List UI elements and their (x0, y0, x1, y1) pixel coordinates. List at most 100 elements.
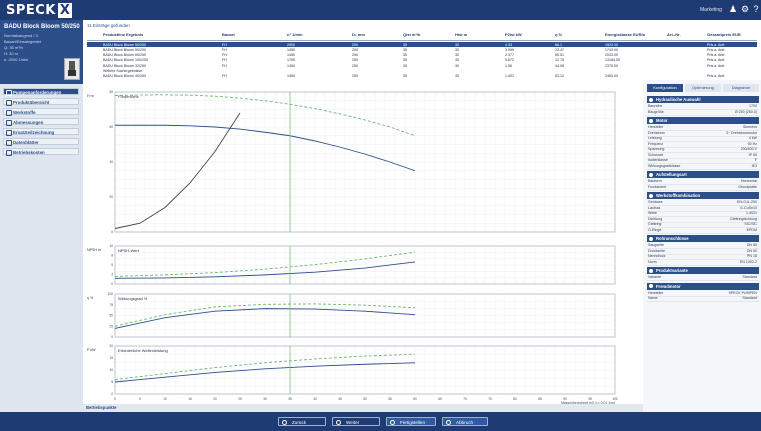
y-tick-label: 75 (109, 303, 113, 307)
property-key: Gleitring (648, 222, 662, 226)
col-header[interactable]: Energieklasse EUR/a (605, 32, 645, 37)
config-tabs: Konfiguration Optimierung Diagramm (647, 84, 759, 92)
back-button[interactable]: Zurück (278, 417, 326, 426)
property-row[interactable]: O-Ringe EPDM (647, 228, 759, 234)
y-axis-label: NPSH m (87, 248, 101, 252)
tab-diagramm[interactable]: Diagramm (723, 84, 759, 92)
property-value: 50 Hz (747, 141, 757, 146)
next-button[interactable]: Weiter (332, 417, 380, 426)
table-cell: 23.47 (555, 47, 564, 52)
menu-werkstoffe[interactable]: Werkstoffe (3, 108, 79, 116)
table-row[interactable]: Weitere Suchergebnisse (87, 69, 757, 74)
section-header[interactable]: Produktvariante (647, 267, 759, 274)
section-header[interactable]: Werkstoffkombination (647, 192, 759, 199)
finish-button[interactable]: Fertigstellen (386, 417, 436, 426)
y-tick-label: 0 (111, 335, 113, 339)
doc-icon (6, 100, 12, 106)
table-cell: 66.1 (555, 42, 562, 47)
property-value: Gleitringdichtung (730, 216, 757, 221)
user-icon[interactable]: ♟ (728, 4, 738, 14)
section-header[interactable]: Motor (647, 117, 759, 124)
y-tick-label: 15 (109, 356, 113, 360)
property-value: Grundplatte (738, 184, 757, 189)
speck-logo[interactable]: SPECK X (6, 3, 73, 18)
property-value: 1700 (749, 104, 757, 108)
back-icon (282, 419, 287, 425)
table-header: Produktline Ergebnis Bauart n° 1/min D₂ … (87, 30, 757, 41)
property-row[interactable]: Name Standard (647, 296, 759, 302)
section-header[interactable]: Rohranschlüsse (647, 235, 759, 242)
table-cell: 2.377 (505, 53, 514, 58)
property-value: Horizontal (740, 179, 757, 183)
settings-icon[interactable]: ⚙ (740, 4, 750, 14)
section-header[interactable]: Hydraulische Auswahl (647, 96, 759, 103)
tab-konfiguration[interactable]: Konfiguration (647, 84, 683, 92)
menu-datenblaetter[interactable]: Datenblätter (3, 138, 79, 146)
table-cell: BADU Block Bloom 100/250 (103, 58, 148, 63)
col-header[interactable]: Art.-Nr. (667, 32, 681, 37)
table-row[interactable]: BADU Block Bloom 50/250 FH 2900 250 35 30 4.33… (87, 42, 757, 47)
table-cell: 30 (455, 53, 459, 58)
left-panel: BADU Block Bloom 50/250 Normalsaugend / … (0, 20, 84, 412)
table-cell: FH (222, 63, 227, 68)
table-row[interactable]: BADU Block Bloom 50/200 FH 1450 200 35 30 3.99… (87, 47, 757, 52)
x-tick-label: 0 (114, 397, 116, 401)
col-header[interactable]: Gesamtpreis EUR (707, 32, 741, 37)
col-header[interactable]: Bauart (222, 32, 235, 37)
section-icon (649, 97, 653, 102)
property-key: O-Ringe (648, 227, 662, 232)
table-cell: 35 (403, 63, 407, 68)
table-cell: 250 (352, 53, 358, 58)
property-row[interactable]: Variante Standard (647, 275, 759, 281)
col-header[interactable]: Qist m³/h (403, 32, 420, 37)
section-title: Rohranschlüsse (656, 236, 689, 241)
help-icon[interactable]: ? (751, 4, 761, 14)
y-tick-label: 100 (108, 292, 114, 296)
property-key: Frequenz (648, 141, 664, 146)
col-header[interactable]: η % (555, 32, 562, 37)
property-value: G-CuSn10 (740, 205, 757, 210)
results-table: 11 Einträge gefunden Produktline Ergebni… (83, 20, 761, 81)
table-cell: 35 (403, 47, 407, 52)
property-row[interactable]: Wirkungsgradklasse IE3 (647, 164, 759, 170)
cancel-button[interactable]: Abbruch (442, 417, 488, 426)
section-header[interactable]: Aufstellungsart (647, 171, 759, 178)
pump-icon (68, 61, 76, 76)
table-row[interactable]: BADU Block Bloom 40/250 FH 1450 250 35 30 1.40… (87, 74, 757, 79)
menu-ersatzteilzeichnung[interactable]: Ersatzteilzeichnung (3, 128, 79, 136)
property-key: Baugröße (648, 109, 664, 114)
menu-pumpenanforderungen[interactable]: Pumpenanforderungen (3, 88, 79, 96)
col-header[interactable]: Hist m (455, 32, 467, 37)
section-header[interactable]: Fremdmotor (647, 282, 759, 290)
property-value: SPECK PUMPEN (728, 290, 757, 295)
table-cell: 1450 (287, 53, 295, 58)
property-row[interactable]: Norm EN 1092-2 (647, 260, 759, 266)
table-cell: 30 (455, 74, 459, 79)
table-row[interactable]: BADU Block Bloom 65/250 FH 1450 250 35 30 2.37… (87, 53, 757, 58)
table-row[interactable]: BADU Block Bloom 32/250 FH 1450 250 35 30 1.56… (87, 63, 757, 68)
y-tick-label: 0 (111, 230, 113, 234)
menu-betriebskosten[interactable]: Betriebskosten (3, 148, 79, 156)
property-key: Fundament (648, 184, 667, 189)
pump-curves-chart[interactable]: FörderhöheH m020406080NPSH-WertNPSH m035… (85, 82, 641, 404)
table-cell: 35 (403, 74, 407, 79)
col-header[interactable]: n° 1/min (287, 32, 303, 37)
x-tick-label: 65 (438, 397, 442, 401)
operating-points-bar[interactable]: Betriebspunkte (83, 404, 643, 412)
menu-abmessungen[interactable]: Abmessungen (3, 118, 79, 126)
col-header[interactable]: D₂ mm (352, 32, 365, 37)
col-header[interactable]: Produktline Ergebnis (103, 32, 143, 37)
table-row[interactable]: BADU Block Bloom 100/250 FH 1750 250 35 30 5.8… (87, 58, 757, 63)
property-row[interactable]: Fundament Grundplatte (647, 185, 759, 191)
property-row[interactable]: Baugröße Ø 250 (250.0) (647, 110, 759, 116)
table-cell: 1450 (287, 63, 295, 68)
table-cell: 1923.00 (605, 42, 618, 47)
nav-marketing[interactable]: Marketing (700, 7, 722, 13)
pump-line: Normalsaugend / 3 (4, 33, 38, 38)
y-tick-label: 8 (111, 254, 113, 258)
section-title: Produktvariante (656, 268, 688, 273)
tab-optimierung[interactable]: Optimierung (685, 84, 721, 92)
menu-produktuebersicht[interactable]: Produktübersicht (3, 98, 79, 106)
col-header[interactable]: P2ist kW (505, 32, 522, 37)
property-key: Laufrad (648, 205, 661, 210)
